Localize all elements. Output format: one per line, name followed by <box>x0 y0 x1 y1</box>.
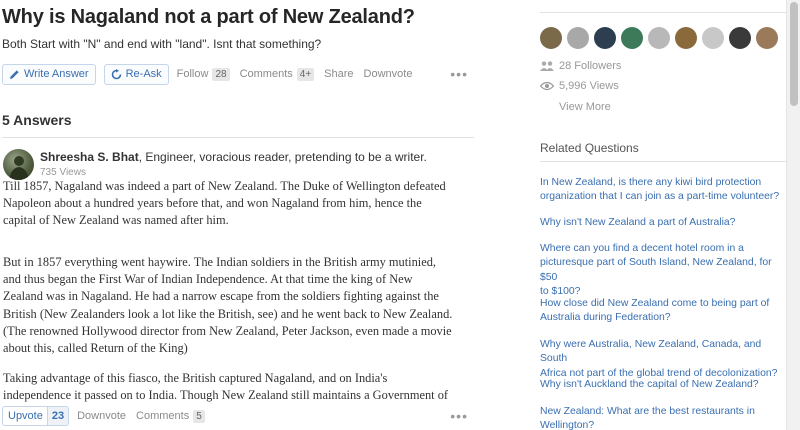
reask-button[interactable]: Re-Ask <box>103 63 169 85</box>
answer-comments-count: 5 <box>193 409 205 423</box>
divider <box>2 137 474 138</box>
followers-stat[interactable]: 28 Followers <box>540 60 621 72</box>
views-count: 5,996 Views <box>559 80 619 92</box>
answer-line: Till 1857, Nagaland was indeed a part of… <box>3 179 446 193</box>
follower-avatar[interactable] <box>702 27 724 49</box>
reask-icon <box>111 68 122 80</box>
related-question-line: New Zealand: What are the best restauran… <box>540 406 755 417</box>
upvote-count: 23 <box>46 407 69 425</box>
related-questions-heading: Related Questions <box>540 141 639 155</box>
follower-avatar[interactable] <box>540 27 562 49</box>
answer-view-count: 735 Views <box>40 167 86 178</box>
question-detail: Both Start with "N" and end with "land".… <box>2 37 322 51</box>
follow-button[interactable]: Follow 28 <box>176 67 230 81</box>
related-question-line: How close did New Zealand come to being … <box>540 298 770 309</box>
follower-avatar[interactable] <box>621 27 643 49</box>
answer-more-options-icon[interactable]: ••• <box>450 408 468 424</box>
answer-line: about this, called Return of the King) <box>3 341 188 356</box>
answer-paragraph: Till 1857, Nagaland was indeed a part of… <box>3 178 446 230</box>
question-action-bar: Write Answer Re-Ask Follow 28 Comments 4… <box>2 63 472 85</box>
follower-avatar[interactable] <box>567 27 589 49</box>
divider <box>540 161 788 162</box>
author-name[interactable]: Shreesha S. Bhat <box>40 150 139 164</box>
views-stat: 5,996 Views <box>540 80 619 92</box>
answer-line: But in 1857 everything went haywire. The… <box>3 255 437 269</box>
follower-avatar[interactable] <box>729 27 751 49</box>
main-column: Why is Nagaland not a part of New Zealan… <box>0 0 480 430</box>
answer-paragraph: Taking advantage of this fiasco, the Bri… <box>3 370 448 404</box>
related-question-line: Why isn't Auckland the capital of New Ze… <box>540 379 759 390</box>
related-question-link[interactable]: In New Zealand, is there any kiwi bird p… <box>540 176 790 205</box>
follow-label: Follow <box>176 68 209 80</box>
answer-comments-label: Comments <box>136 410 190 422</box>
answer-downvote-button[interactable]: Downvote <box>77 410 126 422</box>
more-options-icon[interactable]: ••• <box>450 66 468 82</box>
related-question-line: organization that I can join as a part-t… <box>540 191 780 203</box>
share-button[interactable]: Share <box>324 68 353 80</box>
related-question-link[interactable]: Why isn't New Zealand a part of Australi… <box>540 216 790 230</box>
related-question-line: Australia during Federation? <box>540 312 671 324</box>
answer-line: capital of New Zealand was named after h… <box>3 213 229 228</box>
follow-count: 28 <box>212 67 230 81</box>
comments-button[interactable]: Comments 4+ <box>239 67 315 81</box>
comments-count: 4+ <box>296 67 315 81</box>
related-question-line: Wellington? <box>540 420 595 430</box>
scrollbar-thumb[interactable] <box>790 2 798 106</box>
answer-paragraph: But in 1857 everything went haywire. The… <box>3 254 452 357</box>
people-icon <box>540 61 554 71</box>
followers-avatars <box>540 27 783 49</box>
answer-line: (The renowned Hollywood director from Ne… <box>3 323 452 338</box>
related-question-link[interactable]: New Zealand: What are the best restauran… <box>540 405 790 430</box>
answer-line: Zealand was in Nagaland. He had a narrow… <box>3 289 439 304</box>
eye-icon <box>540 81 554 91</box>
related-question-line: Why isn't New Zealand a part of Australi… <box>540 217 736 228</box>
follower-avatar[interactable] <box>594 27 616 49</box>
answers-heading: 5 Answers <box>2 112 72 128</box>
divider <box>540 12 788 13</box>
related-question-link[interactable]: Why were Australia, New Zealand, Canada,… <box>540 338 790 381</box>
answer-line: British (New Zealanders look a lot like … <box>3 306 453 321</box>
answer-line: Napoleon about a hundred years before th… <box>3 196 422 211</box>
answer-line: independence it passed on to India. Thou… <box>3 388 449 403</box>
related-question-link[interactable]: Why isn't Auckland the capital of New Ze… <box>540 378 790 392</box>
follower-avatar[interactable] <box>756 27 778 49</box>
answer-action-bar: Upvote 23 Downvote Comments 5 ••• <box>2 405 472 427</box>
question-title[interactable]: Why is Nagaland not a part of New Zealan… <box>2 6 415 29</box>
write-answer-button[interactable]: Write Answer <box>2 63 96 85</box>
related-question-line: picturesque part of South Island, New Ze… <box>540 257 772 283</box>
follower-avatar[interactable] <box>675 27 697 49</box>
answer-line: and thus began the First War of Indian I… <box>3 272 413 287</box>
answer-line: Taking advantage of this fiasco, the Bri… <box>3 371 388 385</box>
downvote-button[interactable]: Downvote <box>364 68 413 80</box>
answer-author-line: Shreesha S. Bhat, Engineer, voracious re… <box>40 150 427 164</box>
sidebar: 28 Followers 5,996 Views View More Relat… <box>528 0 788 430</box>
comments-label: Comments <box>239 68 293 80</box>
related-question-line: Where can you find a decent hotel room i… <box>540 243 744 254</box>
avatar[interactable] <box>3 149 34 180</box>
scrollbar[interactable] <box>786 0 800 430</box>
view-more-link[interactable]: View More <box>559 101 611 113</box>
related-question-link[interactable]: How close did New Zealand come to being … <box>540 297 790 326</box>
reask-label: Re-Ask <box>125 68 162 80</box>
related-question-line: Why were Australia, New Zealand, Canada,… <box>540 339 762 365</box>
pencil-icon <box>9 69 20 80</box>
related-question-line: In New Zealand, is there any kiwi bird p… <box>540 177 762 188</box>
follower-avatar[interactable] <box>648 27 670 49</box>
followers-count: 28 Followers <box>559 60 622 72</box>
write-answer-label: Write Answer <box>24 68 89 80</box>
upvote-label: Upvote <box>8 410 43 422</box>
upvote-button[interactable]: Upvote 23 <box>2 406 70 426</box>
related-question-link[interactable]: Where can you find a decent hotel room i… <box>540 242 790 299</box>
answer-comments-button[interactable]: Comments 5 <box>136 409 205 423</box>
author-bio: , Engineer, voracious reader, pretending… <box>138 150 427 164</box>
